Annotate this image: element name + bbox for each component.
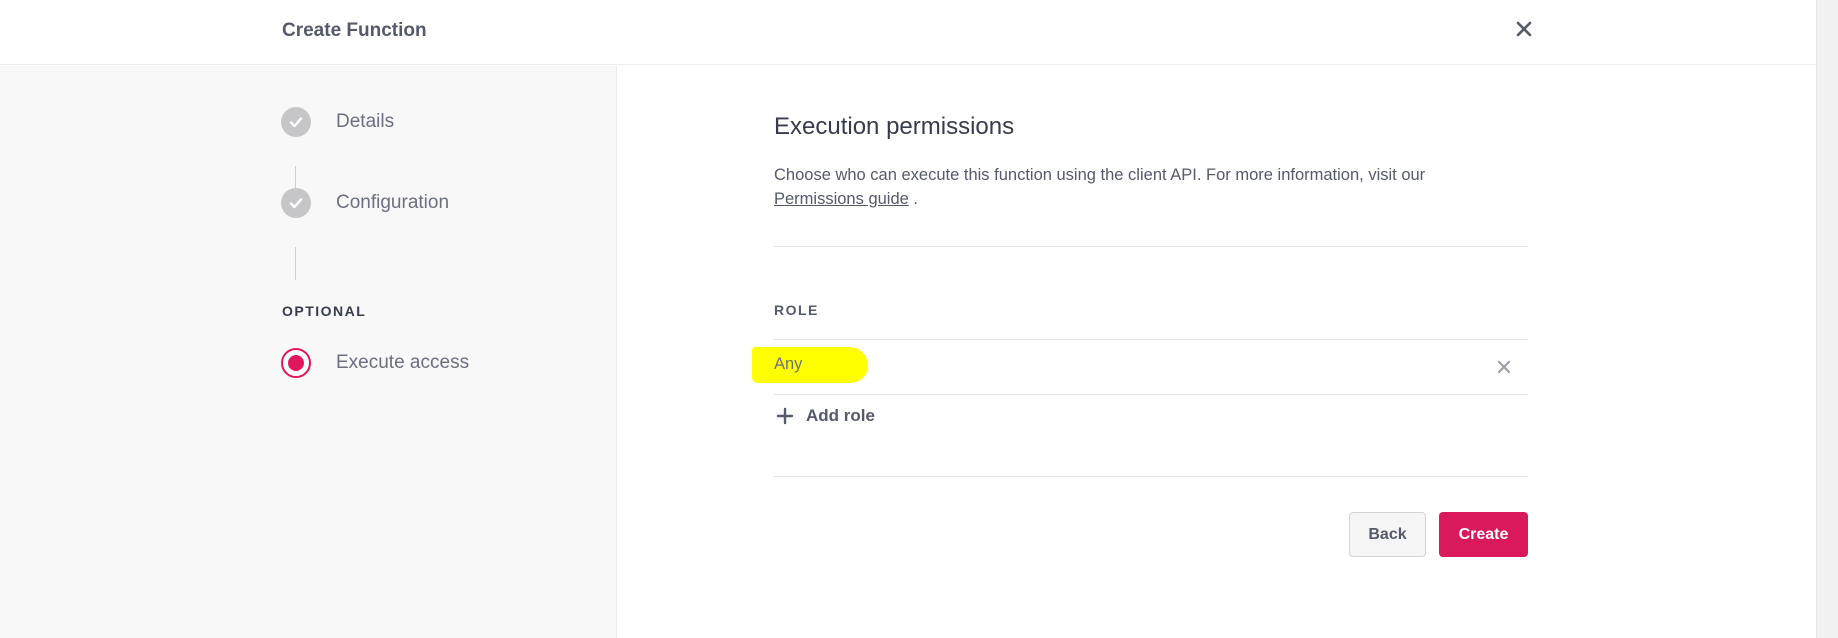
step-details[interactable]: Details	[281, 107, 394, 137]
step-configuration[interactable]: Configuration	[281, 188, 449, 218]
optional-heading: OPTIONAL	[282, 303, 367, 319]
add-role-label: Add role	[806, 406, 875, 425]
check-icon	[289, 198, 303, 209]
divider	[774, 394, 1528, 395]
active-dot	[288, 355, 304, 371]
step-connector	[295, 247, 296, 280]
check-icon	[289, 117, 303, 128]
role-value: Any	[774, 355, 803, 373]
remove-role-button[interactable]	[1492, 355, 1516, 379]
modal-header: Create Function	[0, 0, 1816, 65]
role-column-header: ROLE	[774, 302, 819, 318]
step-label: Configuration	[336, 192, 450, 213]
description-suffix: .	[913, 190, 918, 208]
create-button[interactable]: Create	[1439, 512, 1528, 557]
scrollbar[interactable]	[1816, 0, 1838, 638]
step-label: Details	[336, 111, 395, 132]
step-completed-indicator	[281, 107, 311, 137]
main-content: Execution permissions Choose who can exe…	[618, 66, 1816, 638]
description-text: Choose who can execute this function usi…	[774, 166, 1426, 184]
section-title: Execution permissions	[774, 113, 1015, 140]
modal-title: Create Function	[282, 20, 427, 41]
back-button[interactable]: Back	[1349, 512, 1426, 557]
add-role-button[interactable]: Add role	[776, 406, 875, 426]
step-active-indicator	[281, 348, 311, 378]
step-execute-access[interactable]: Execute access	[281, 348, 469, 378]
wizard-steps-sidebar: Details Configuration OPTIONAL Execute a…	[0, 66, 617, 638]
divider	[774, 476, 1528, 477]
highlight-marker	[752, 347, 868, 383]
plus-icon	[776, 407, 794, 425]
close-icon	[1497, 360, 1511, 374]
step-label: Execute access	[336, 352, 470, 373]
divider	[774, 246, 1528, 247]
permissions-guide-link[interactable]: Permissions guide	[774, 190, 909, 208]
close-button[interactable]	[1512, 14, 1536, 44]
close-icon	[1516, 21, 1532, 37]
section-description: Choose who can execute this function usi…	[774, 163, 1534, 211]
role-row: Any	[752, 340, 1528, 394]
step-completed-indicator	[281, 188, 311, 218]
